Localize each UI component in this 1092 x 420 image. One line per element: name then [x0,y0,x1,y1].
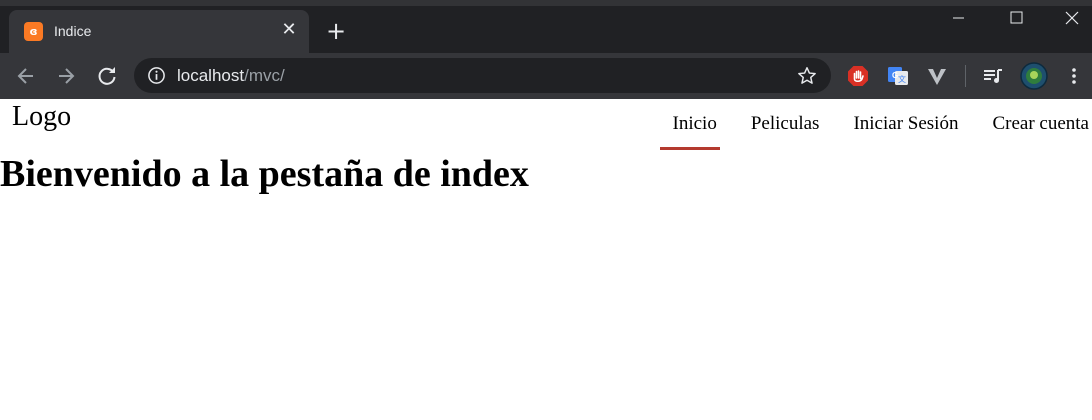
profile-avatar-icon[interactable] [1020,62,1048,90]
minimize-icon[interactable] [935,6,981,32]
window-close-icon[interactable] [1046,6,1092,32]
nav-item-crear-cuenta[interactable]: Crear cuenta [961,99,1092,150]
google-translate-icon[interactable]: G 文 [886,64,910,88]
svg-text:文: 文 [898,74,906,84]
toolbar-separator [965,65,966,87]
browser-toolbar: localhost/mvc/ G 文 [0,53,1092,99]
tab-title: Indice [54,23,92,39]
nav-item-peliculas[interactable]: Peliculas [720,99,823,150]
menu-kebab-icon[interactable] [1062,64,1086,88]
page-heading: Bienvenido a la pestaña de index [0,153,529,195]
media-queue-icon[interactable] [981,64,1005,88]
url-path: /mvc/ [244,66,285,85]
info-icon[interactable] [147,66,166,85]
nav-item-inicio[interactable]: Inicio [659,99,721,150]
url-text[interactable]: localhost/mvc/ [177,66,285,85]
reload-icon[interactable] [95,64,119,88]
browser-titlebar: ɞ Indice ✕ + [0,0,1092,53]
maximize-icon[interactable] [993,6,1039,32]
browser-tab[interactable]: ɞ Indice ✕ [9,10,309,53]
back-arrow-icon[interactable] [14,64,38,88]
page-viewport: Logo Inicio Peliculas Iniciar Sesión Cre… [0,99,1092,420]
xampp-favicon-icon: ɞ [24,22,43,41]
site-logo[interactable]: Logo [12,101,71,133]
vivaldi-icon[interactable] [925,64,949,88]
forward-arrow-icon[interactable] [54,64,78,88]
url-host: localhost [177,66,245,85]
bookmark-star-icon[interactable] [796,65,818,87]
address-bar[interactable]: localhost/mvc/ [134,58,831,93]
site-nav: Inicio Peliculas Iniciar Sesión Crear cu… [659,99,1092,150]
nav-item-iniciar-sesion[interactable]: Iniciar Sesión [822,99,961,150]
new-tab-button[interactable]: + [324,19,348,43]
tab-close-icon[interactable]: ✕ [279,20,299,40]
titlebar-strip [0,0,1092,6]
adblock-icon[interactable] [846,64,870,88]
